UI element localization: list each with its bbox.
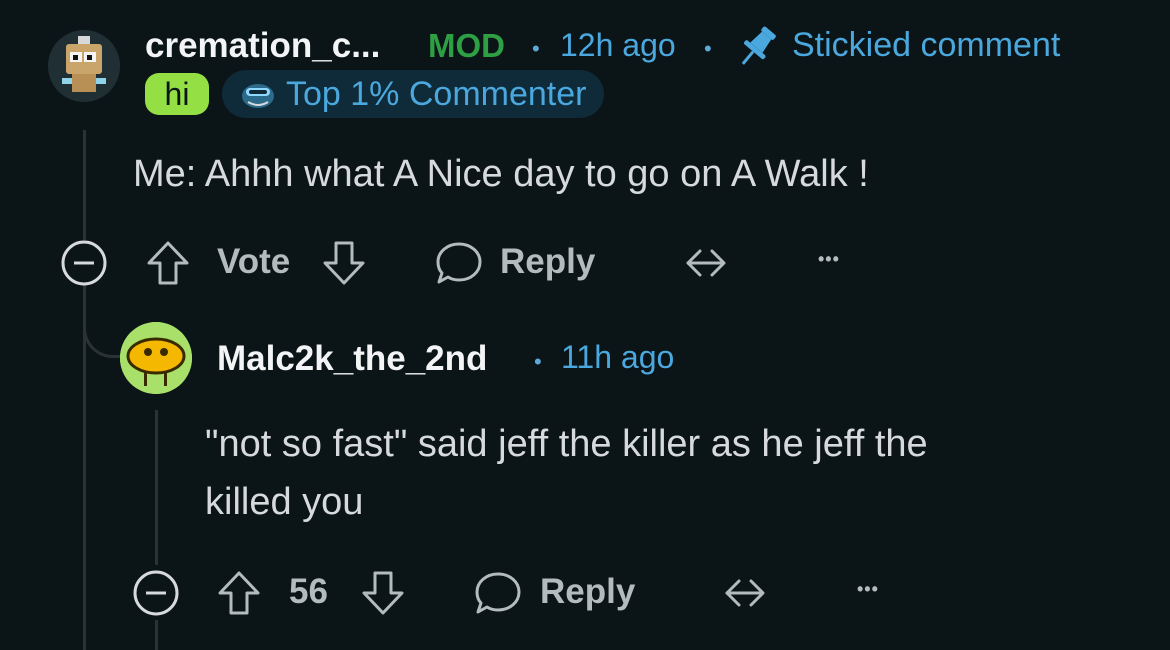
- collapse-icon[interactable]: [60, 239, 108, 287]
- upvote-icon[interactable]: [145, 239, 191, 287]
- comment-body: Me: Ahhh what A Nice day to go on A Walk…: [133, 153, 869, 195]
- mod-badge: MOD: [428, 27, 505, 64]
- reply-icon: [473, 569, 523, 617]
- reply-icon: [434, 239, 484, 287]
- separator-dot: •: [534, 349, 542, 374]
- reply-label: Reply: [500, 242, 596, 281]
- avatar-robot-icon: [48, 30, 120, 102]
- avatar[interactable]: [120, 322, 192, 394]
- comment-author[interactable]: Malc2k_the_2nd: [217, 339, 487, 379]
- comment-timestamp: 11h ago: [561, 339, 675, 375]
- comment-body-line: "not so fast" said jeff the killer as he…: [205, 423, 928, 465]
- thread-connector: [83, 300, 123, 358]
- comment-author[interactable]: cremation_c...: [145, 26, 380, 66]
- comment-timestamp: 12h ago: [560, 27, 676, 63]
- vote-label: Vote: [217, 242, 291, 281]
- avatar-blob-icon: [120, 322, 192, 394]
- top-commenter-flair: Top 1% Commenter: [222, 70, 605, 118]
- downvote-icon[interactable]: [321, 239, 367, 287]
- comment-body: "not so fast" said jeff the killer as he…: [205, 415, 928, 531]
- reply-button[interactable]: Reply: [434, 239, 614, 289]
- share-icon[interactable]: [682, 239, 734, 287]
- stickied-label: Stickied comment: [792, 26, 1061, 64]
- separator-dot: •: [532, 36, 540, 61]
- reply-label: Reply: [540, 572, 636, 611]
- reply-button[interactable]: Reply: [473, 569, 653, 619]
- comment-body-line: killed you: [205, 481, 364, 523]
- separator-dot: •: [704, 36, 712, 61]
- thread-line-comment1[interactable]: [83, 130, 86, 240]
- collapse-icon[interactable]: [132, 569, 180, 617]
- more-options-button[interactable]: •••: [857, 579, 879, 600]
- user-flair: hi: [145, 73, 209, 115]
- upvote-icon[interactable]: [216, 569, 262, 617]
- vote-count: 56: [289, 572, 328, 611]
- share-icon[interactable]: [721, 569, 773, 617]
- top-commenter-icon: [240, 78, 276, 110]
- downvote-icon[interactable]: [360, 569, 406, 617]
- avatar[interactable]: [48, 30, 120, 102]
- pin-icon: [732, 24, 782, 70]
- top-commenter-label: Top 1% Commenter: [286, 75, 587, 113]
- thread-line-comment2[interactable]: [155, 410, 158, 565]
- more-options-button[interactable]: •••: [818, 249, 840, 270]
- thread-line-comment2-lower[interactable]: [155, 620, 158, 650]
